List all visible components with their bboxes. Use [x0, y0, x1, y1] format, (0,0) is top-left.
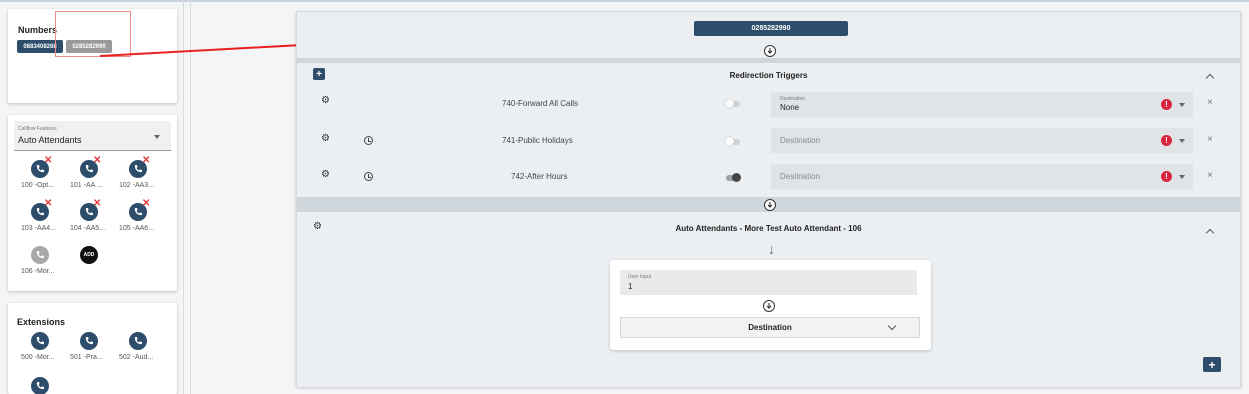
- settings-icon[interactable]: ⚙: [321, 134, 330, 144]
- arrow-down-circle-icon[interactable]: [763, 300, 775, 312]
- destination-label: Destination: [780, 172, 821, 181]
- attendant-section: ⚙ Auto Attendants - More Test Auto Atten…: [297, 212, 1240, 387]
- trigger-name-3: 742-After Hours: [511, 172, 568, 181]
- triggers-section: + Redirection Triggers ⚙ 740-Forward All…: [297, 63, 1240, 197]
- attendant-title: Auto Attendants - More Test Auto Attenda…: [675, 224, 862, 233]
- user-input-value: 1: [628, 282, 633, 291]
- chevron-down-icon[interactable]: [1179, 139, 1185, 143]
- trigger-name-1: 740-Forward All Calls: [502, 99, 579, 108]
- close-icon[interactable]: ×: [1207, 134, 1213, 145]
- chevron-down-icon[interactable]: [1179, 103, 1185, 107]
- user-input-label: User Input: [628, 274, 652, 280]
- destination-value: None: [780, 103, 800, 112]
- close-icon[interactable]: ×: [1207, 97, 1213, 108]
- destination-field-1[interactable]: Destination None !: [771, 92, 1193, 117]
- error-icon: !: [1161, 135, 1172, 146]
- close-icon[interactable]: ×: [1207, 170, 1213, 181]
- trigger-toggle-3[interactable]: [726, 173, 741, 182]
- chevron-down-icon[interactable]: [1179, 175, 1185, 179]
- user-input-field[interactable]: User Input 1: [620, 270, 917, 295]
- trigger-toggle-2[interactable]: [725, 137, 740, 146]
- trigger-name-2: 741-Public Holidays: [502, 136, 573, 145]
- destination-dropdown-label: Destination: [748, 323, 792, 332]
- settings-icon[interactable]: ⚙: [321, 170, 330, 180]
- arrow-down-circle-icon[interactable]: [764, 199, 776, 211]
- number-button[interactable]: 0285282990: [694, 21, 848, 36]
- destination-label: Destination: [780, 136, 821, 145]
- add-icon[interactable]: +: [1203, 357, 1221, 372]
- error-icon: !: [1161, 171, 1172, 182]
- trigger-toggle-1[interactable]: [725, 99, 740, 108]
- arrow-down-circle-icon[interactable]: [764, 45, 776, 57]
- clock-icon[interactable]: [364, 136, 373, 145]
- triggers-title: Redirection Triggers: [729, 71, 808, 80]
- down-arrow: ↓: [768, 241, 775, 257]
- destination-field-3[interactable]: Destination !: [771, 164, 1193, 189]
- clock-icon[interactable]: [364, 172, 373, 181]
- destination-dropdown[interactable]: Destination: [620, 317, 920, 338]
- option-card: User Input 1 Destination: [610, 260, 931, 350]
- destination-small-label: Destination: [780, 96, 806, 102]
- error-icon: !: [1161, 99, 1172, 110]
- settings-icon[interactable]: ⚙: [321, 96, 330, 106]
- main-panel: 0285282990 + Redirection Triggers ⚙ 740-…: [296, 11, 1241, 387]
- destination-field-2[interactable]: Destination !: [771, 128, 1193, 153]
